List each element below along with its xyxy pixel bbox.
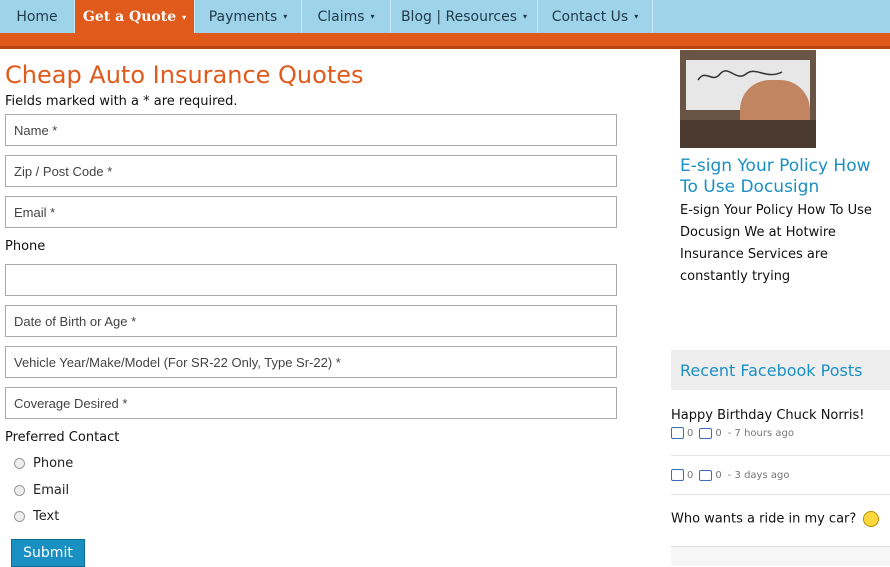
post-excerpt: E-sign Your Policy How To Use Docusign W… [680, 203, 872, 284]
radio-text[interactable]: Text [14, 509, 59, 524]
nav-home-label: Home [16, 8, 58, 25]
smiley-icon [863, 511, 880, 527]
dob-field[interactable]: Date of Birth or Age * [5, 305, 617, 337]
fb-post-text-label: Who wants a ride in my car? [671, 511, 857, 527]
nav-get-a-quote-label: Get a Quote [82, 8, 177, 25]
divider [671, 494, 890, 495]
nav-home[interactable]: Home [0, 0, 75, 33]
coverage-field[interactable]: Coverage Desired * [5, 387, 617, 419]
nav-accent-bar [0, 33, 890, 49]
radio-button[interactable] [14, 511, 25, 522]
vehicle-field-placeholder: Vehicle Year/Make/Model (For SR-22 Only,… [14, 354, 341, 370]
chevron-down-icon: ▾ [182, 11, 187, 22]
dob-field-placeholder: Date of Birth or Age * [14, 313, 137, 329]
zip-field-placeholder: Zip / Post Code * [14, 163, 113, 179]
facebook-posts-header-label: Recent Facebook Posts [680, 360, 863, 380]
radio-phone-label: Phone [33, 456, 74, 471]
page-title: Cheap Auto Insurance Quotes [5, 61, 364, 89]
nav-claims-label: Claims [317, 8, 365, 25]
phone-label: Phone [5, 239, 46, 254]
zip-field[interactable]: Zip / Post Code * [5, 155, 617, 187]
radio-phone[interactable]: Phone [14, 456, 73, 471]
nav-get-a-quote[interactable]: Get a Quote ▾ [75, 0, 195, 33]
fb-post: Who wants a ride in my car? [671, 511, 890, 527]
preferred-contact-label: Preferred Contact [5, 430, 120, 445]
comment-count: 0 [715, 469, 722, 481]
nav-payments-label: Payments [208, 8, 278, 25]
post-thumbnail[interactable] [680, 50, 816, 148]
chevron-down-icon: ▾ [634, 12, 639, 21]
fb-post: Happy Birthday Chuck Norris! 0 0 - 7 hou… [671, 408, 890, 439]
post-title-link[interactable]: E-sign Your Policy How To Use Docusign [680, 156, 890, 198]
radio-button[interactable] [14, 485, 25, 496]
fb-post-image[interactable] [671, 546, 890, 566]
radio-email[interactable]: Email [14, 483, 69, 498]
required-note: Fields marked with a * are required. [5, 94, 238, 109]
radio-button[interactable] [14, 458, 25, 469]
comment-count: 0 [715, 427, 722, 439]
post-time: - 3 days ago [727, 469, 790, 481]
fb-post: 0 0 - 3 days ago [671, 465, 890, 481]
submit-button[interactable]: Submit [11, 539, 85, 567]
divider [671, 455, 890, 456]
coverage-field-placeholder: Coverage Desired * [14, 395, 128, 411]
comment-icon[interactable] [699, 427, 713, 439]
like-icon[interactable] [671, 469, 684, 481]
chevron-down-icon: ▾ [370, 12, 375, 21]
nav-blog-resources[interactable]: Blog | Resources ▾ [391, 0, 538, 33]
nav-contact-us[interactable]: Contact Us ▾ [538, 0, 653, 33]
sleeve-image [680, 120, 816, 148]
chevron-down-icon: ▾ [283, 12, 288, 21]
chevron-down-icon: ▾ [523, 12, 528, 21]
name-field-placeholder: Name * [14, 122, 58, 138]
main-nav: Home Get a Quote ▾ Payments ▾ Claims ▾ B… [0, 0, 890, 33]
facebook-posts-header: Recent Facebook Posts [671, 350, 890, 390]
nav-claims[interactable]: Claims ▾ [302, 0, 391, 33]
email-field[interactable]: Email * [5, 196, 617, 228]
like-count: 0 [687, 427, 694, 439]
nav-blog-resources-label: Blog | Resources [400, 8, 518, 25]
like-count: 0 [687, 469, 694, 481]
vehicle-field[interactable]: Vehicle Year/Make/Model (For SR-22 Only,… [5, 346, 617, 378]
fb-post-text[interactable]: Happy Birthday Chuck Norris! [671, 408, 890, 423]
radio-text-label: Text [33, 509, 60, 524]
phone-field[interactable] [5, 264, 617, 296]
nav-payments[interactable]: Payments ▾ [195, 0, 302, 33]
name-field[interactable]: Name * [5, 114, 617, 146]
email-field-placeholder: Email * [14, 204, 56, 220]
post-time: - 7 hours ago [727, 427, 794, 439]
like-icon[interactable] [671, 427, 684, 439]
radio-email-label: Email [33, 483, 70, 498]
fb-post-meta: 0 0 - 3 days ago [671, 469, 890, 481]
fb-post-meta: 0 0 - 7 hours ago [671, 427, 890, 439]
nav-contact-us-label: Contact Us [551, 8, 629, 25]
comment-icon[interactable] [699, 469, 713, 481]
fb-post-text[interactable]: Who wants a ride in my car? [671, 511, 890, 527]
